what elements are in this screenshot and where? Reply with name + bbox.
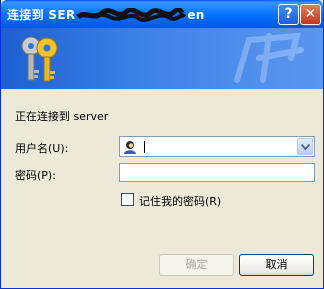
chevron-down-icon	[301, 144, 310, 150]
header-banner	[1, 28, 323, 89]
login-dialog: 连接到 SER en ? ✕ 正在连接到 server 用户名(U): 密码(P…	[0, 0, 324, 289]
text-cursor	[144, 141, 145, 153]
network-icon	[234, 32, 304, 83]
cancel-button[interactable]: 取消	[239, 254, 314, 276]
title-bar[interactable]: 连接到 SER en ? ✕	[1, 0, 323, 28]
user-icon	[124, 141, 136, 154]
redaction-scribble	[76, 8, 186, 22]
username-combobox[interactable]	[119, 136, 315, 157]
remember-password-label[interactable]: 记住我的密码(R)	[139, 193, 221, 209]
ok-button[interactable]: 确定	[159, 254, 234, 276]
dropdown-button[interactable]	[297, 138, 313, 155]
password-label: 密码(P):	[15, 169, 56, 182]
remember-password-checkbox[interactable]	[121, 193, 134, 206]
keys-icon	[21, 36, 58, 82]
password-field[interactable]	[119, 163, 315, 182]
username-label: 用户名(U):	[15, 142, 69, 155]
close-button[interactable]: ✕	[300, 4, 321, 25]
help-button[interactable]: ?	[278, 4, 299, 25]
connecting-message: 正在连接到 server	[15, 110, 109, 123]
